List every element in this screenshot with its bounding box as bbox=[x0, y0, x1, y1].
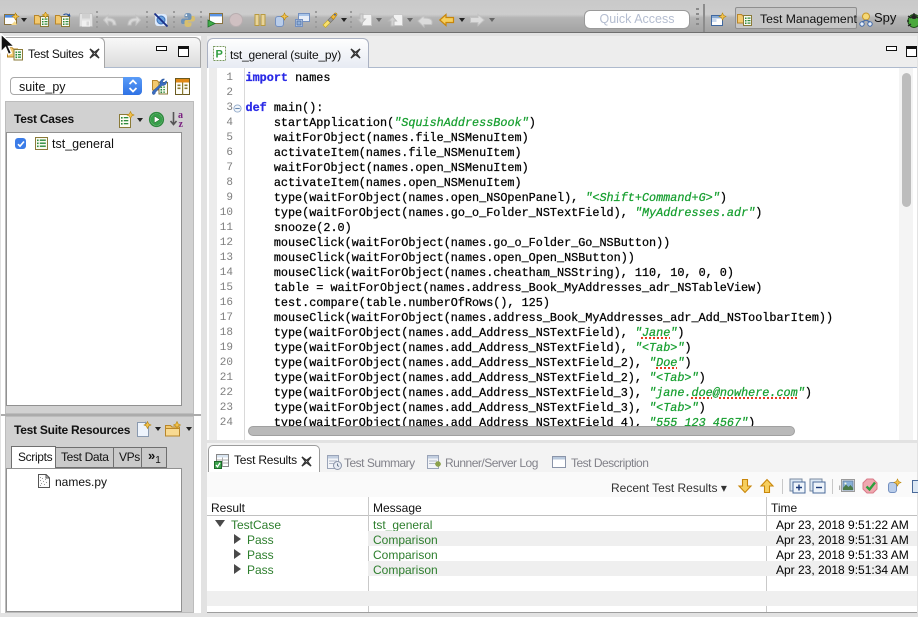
svg-text:I: I bbox=[839, 486, 841, 492]
svg-text:z: z bbox=[179, 119, 184, 129]
svg-text:P: P bbox=[216, 49, 223, 61]
